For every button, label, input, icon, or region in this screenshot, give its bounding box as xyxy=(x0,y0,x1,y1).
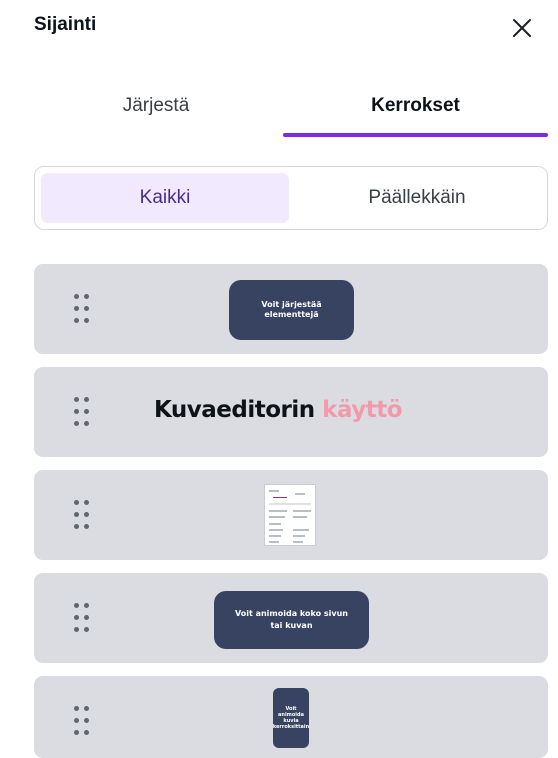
drag-handle-icon[interactable] xyxy=(74,397,90,431)
layer-item[interactable]: Voit animoida kuvia kerroksittain xyxy=(34,676,548,758)
filter-all-button[interactable]: Kaikki xyxy=(41,173,289,223)
layer-thumbnail-screenshot xyxy=(264,484,316,546)
layer-item[interactable]: Voit järjestää elementtejä xyxy=(34,264,548,354)
filter-overlapping-button[interactable]: Päällekkäin xyxy=(294,173,540,223)
panel-header: Sijainti xyxy=(0,0,558,60)
layer-item[interactable]: Voit animoida koko sivun tai kuvan xyxy=(34,573,548,663)
panel-tabs: Järjestä Kerrokset xyxy=(34,82,548,138)
drag-handle-icon[interactable] xyxy=(74,500,90,534)
layer-thumbnail: Voit animoida kuvia kerroksittain xyxy=(273,688,309,748)
thumbnail-heading-text: Kuvaeditorin xyxy=(154,397,315,423)
layer-item[interactable]: Kuvaeditorin käyttö xyxy=(34,367,548,457)
tab-layers[interactable]: Kerrokset xyxy=(283,82,548,138)
layer-thumbnail: Voit järjestää elementtejä xyxy=(229,280,354,340)
close-icon xyxy=(513,19,531,37)
close-button[interactable] xyxy=(510,16,534,40)
layer-filter-toggle: Kaikki Päällekkäin xyxy=(34,166,548,230)
layer-item[interactable] xyxy=(34,470,548,560)
layer-thumbnail: Voit animoida koko sivun tai kuvan xyxy=(214,591,369,649)
tab-arrange[interactable]: Järjestä xyxy=(34,82,278,138)
active-tab-indicator xyxy=(283,133,548,137)
drag-handle-icon[interactable] xyxy=(74,294,90,328)
layer-thumbnail: Kuvaeditorin käyttö xyxy=(154,397,454,429)
drag-handle-icon[interactable] xyxy=(74,706,90,740)
drag-handle-icon[interactable] xyxy=(74,603,90,637)
thumbnail-heading-accent: käyttö xyxy=(322,397,403,423)
panel-title: Sijainti xyxy=(34,14,97,35)
